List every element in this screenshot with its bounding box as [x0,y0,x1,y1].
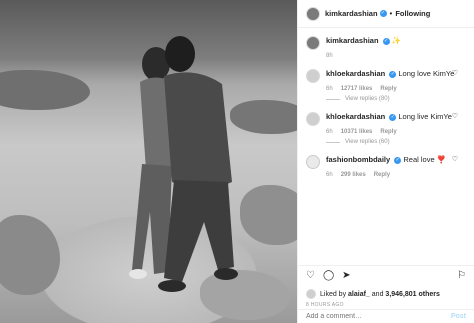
caption-text: ✨ [391,36,402,45]
comment-time[interactable]: 6h [326,86,333,92]
post-photo[interactable] [0,0,297,323]
header-separator: • [389,9,393,18]
post-header: kimkardashian ✓ • Following [298,0,474,28]
comment: fashionbombdaily ✓ Real love ❣️ ♡ 6h 299… [306,155,466,178]
post-actions-section: ♡ ◯ ➤ ⚐ Liked by alaiaf_ and 3,946,801 o… [298,265,474,323]
comment: khloekardashian ✓ Long live KimYe ♡ 6h 1… [306,112,466,145]
instagram-post: kimkardashian ✓ • Following kimkardashia… [0,0,474,323]
comment-text: Long live KimYe [398,112,452,121]
heart-icon[interactable]: ♡ [452,69,458,77]
divider-line [326,98,340,100]
comment-text: Long love KimYe [398,69,455,78]
comment-username[interactable]: khloekardashian [326,112,385,121]
comments-list[interactable]: kimkardashian ✓ ✨ 8h khloekardashian ✓ L… [298,28,474,265]
avatar[interactable] [306,69,320,83]
comment-likes[interactable]: 299 likes [341,172,366,178]
reply-button[interactable]: Reply [380,86,396,92]
view-replies-label: View replies (60) [345,139,390,145]
person-right [158,36,238,292]
post-sidebar: kimkardashian ✓ • Following kimkardashia… [297,0,474,323]
comment-username[interactable]: fashionbombdaily [326,155,390,164]
comment-time[interactable]: 6h [326,172,333,178]
comment-input[interactable] [306,313,451,320]
view-replies-label: View replies (80) [345,96,390,102]
liked-by-others[interactable]: 3,946,801 others [385,291,439,298]
verified-badge-icon: ✓ [389,70,397,78]
reply-button[interactable]: Reply [374,172,390,178]
bookmark-icon[interactable]: ⚐ [457,270,466,281]
header-username[interactable]: kimkardashian [325,9,378,18]
action-bar: ♡ ◯ ➤ [306,270,351,281]
comment-likes[interactable]: 10371 likes [341,129,373,135]
comment-icon[interactable]: ◯ [323,270,334,281]
post-button[interactable]: Post [451,313,466,320]
avatar[interactable] [306,112,320,126]
divider-line [326,141,340,143]
liked-by: Liked by alaiaf_ and 3,946,801 others [306,289,440,299]
share-icon[interactable]: ➤ [342,270,350,281]
heart-icon[interactable]: ♡ [452,155,458,163]
verified-badge-icon: ✓ [389,113,397,121]
view-replies-button[interactable]: View replies (80) [326,96,466,102]
caption-username[interactable]: kimkardashian [326,36,379,45]
avatar[interactable] [306,289,316,299]
caption-time[interactable]: 8h [326,53,466,59]
comment-text: Real love ❣️ [403,155,447,164]
comment-time[interactable]: 6h [326,129,333,135]
caption: kimkardashian ✓ ✨ 8h [306,36,466,59]
verified-badge-icon: ✓ [379,10,387,17]
avatar[interactable] [306,155,320,169]
verified-badge-icon: ✓ [394,156,402,164]
liked-by-user[interactable]: alaiaf_ [348,291,370,298]
liked-by-and: and [371,290,384,298]
add-comment-bar: Post [298,309,474,323]
reply-button[interactable]: Reply [380,129,396,135]
comment: khloekardashian ✓ Long love KimYe ♡ 6h 1… [306,69,466,102]
post-timestamp[interactable]: 8 HOURS AGO [306,302,344,308]
heart-icon[interactable]: ♡ [306,270,315,281]
following-button[interactable]: Following [395,9,430,18]
heart-icon[interactable]: ♡ [452,112,458,120]
liked-by-prefix: Liked by [320,290,347,298]
verified-badge-icon: ✓ [382,37,390,45]
comment-username[interactable]: khloekardashian [326,69,385,78]
avatar[interactable] [306,6,320,21]
avatar[interactable] [306,36,320,50]
view-replies-button[interactable]: View replies (60) [326,139,466,145]
comment-likes[interactable]: 12717 likes [341,86,373,92]
